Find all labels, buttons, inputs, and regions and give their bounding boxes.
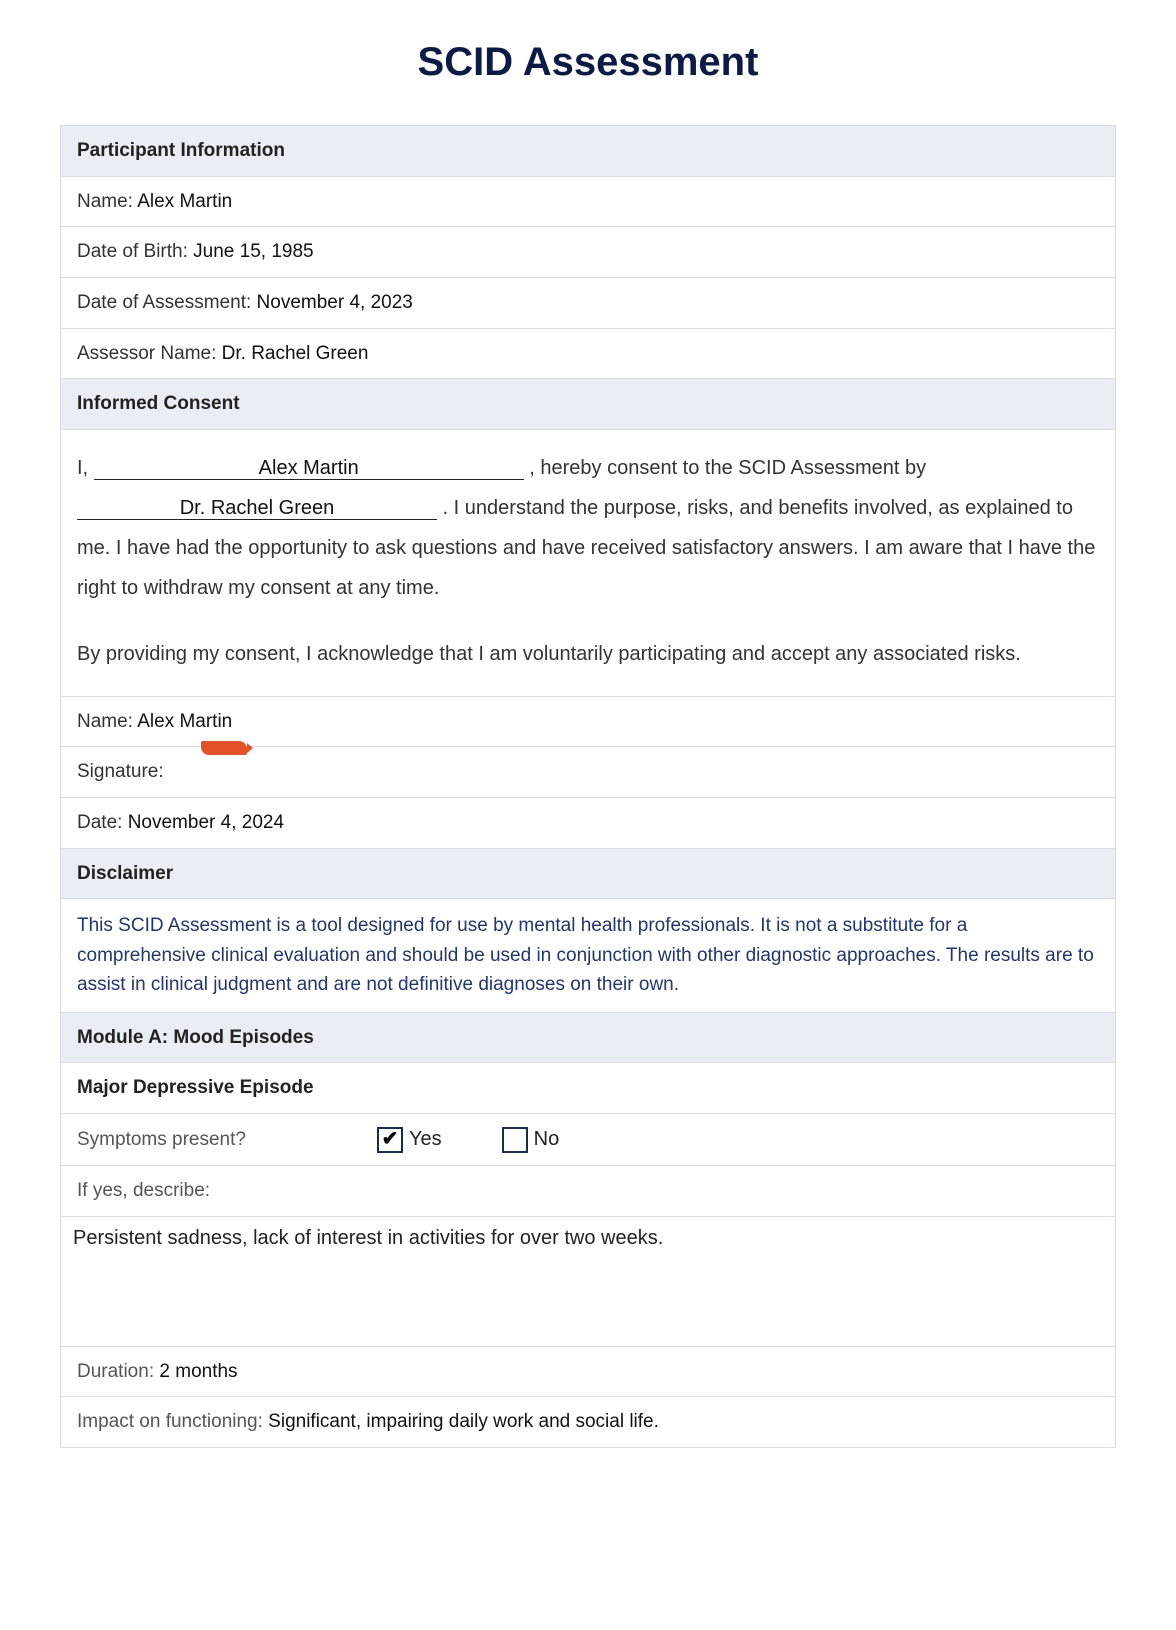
consent-sig-label: Signature: (77, 761, 164, 782)
label-yes: Yes (409, 1126, 442, 1153)
mde-duration-label: Duration: (77, 1361, 154, 1382)
consent-signature-row: Signature: (61, 746, 1115, 797)
consent-p2: By providing my consent, I acknowledge t… (77, 634, 1099, 674)
mde-symptoms-row: Symptoms present? ✔ Yes No (61, 1113, 1115, 1165)
mde-describe-label: If yes, describe: (77, 1180, 210, 1201)
dob-label: Date of Birth: (77, 241, 188, 262)
section-participant-info: Participant Information (61, 125, 1115, 176)
consent-name-value[interactable]: Alex Martin (137, 711, 232, 732)
mde-describe-label-row: If yes, describe: (61, 1165, 1115, 1216)
section-informed-consent: Informed Consent (61, 378, 1115, 429)
consent-fill-name[interactable]: Alex Martin (94, 457, 524, 480)
mde-impact-row: Impact on functioning: Significant, impa… (61, 1396, 1115, 1447)
assessor-label: Assessor Name: (77, 343, 216, 364)
form-table: Participant Information Name: Alex Marti… (60, 125, 1116, 1448)
consent-p1a: I, (77, 457, 88, 479)
mde-duration-value[interactable]: 2 months (159, 1361, 237, 1382)
consent-text: I, Alex Martin , hereby consent to the S… (61, 429, 1115, 696)
sig-mark-icon (201, 741, 247, 755)
page-title: SCID Assessment (60, 40, 1116, 85)
consent-date-label: Date: (77, 812, 122, 833)
field-assessor: Assessor Name: Dr. Rachel Green (61, 328, 1115, 379)
consent-name-row: Name: Alex Martin (61, 696, 1115, 747)
consent-fill-assessor[interactable]: Dr. Rachel Green (77, 497, 437, 520)
checkbox-yes[interactable]: ✔ (377, 1127, 403, 1153)
dob-value[interactable]: June 15, 1985 (193, 241, 313, 262)
name-value[interactable]: Alex Martin (137, 191, 232, 212)
consent-p1b: , hereby consent to the SCID Assessment … (529, 457, 926, 479)
field-name: Name: Alex Martin (61, 176, 1115, 227)
disclaimer-text: This SCID Assessment is a tool designed … (77, 915, 1094, 995)
mde-duration-row: Duration: 2 months (61, 1346, 1115, 1397)
consent-date-row: Date: November 4, 2024 (61, 797, 1115, 848)
mde-impact-value[interactable]: Significant, impairing daily work and so… (268, 1411, 659, 1432)
consent-name-label: Name: (77, 711, 133, 732)
doa-value[interactable]: November 4, 2023 (257, 292, 413, 313)
field-doa: Date of Assessment: November 4, 2023 (61, 277, 1115, 328)
assessor-value[interactable]: Dr. Rachel Green (222, 343, 369, 364)
mde-impact-label: Impact on functioning: (77, 1411, 263, 1432)
consent-date-value[interactable]: November 4, 2024 (128, 812, 284, 833)
label-no: No (534, 1126, 560, 1153)
disclaimer-body: This SCID Assessment is a tool designed … (61, 898, 1115, 1011)
checkbox-no[interactable] (502, 1127, 528, 1153)
name-label: Name: (77, 191, 133, 212)
mde-symptoms-label: Symptoms present? (77, 1127, 377, 1153)
mde-describe-value[interactable]: Persistent sadness, lack of interest in … (61, 1216, 1115, 1346)
section-disclaimer: Disclaimer (61, 848, 1115, 899)
subsection-mde: Major Depressive Episode (61, 1062, 1115, 1113)
field-dob: Date of Birth: June 15, 1985 (61, 226, 1115, 277)
section-module-a: Module A: Mood Episodes (61, 1012, 1115, 1063)
doa-label: Date of Assessment: (77, 292, 251, 313)
